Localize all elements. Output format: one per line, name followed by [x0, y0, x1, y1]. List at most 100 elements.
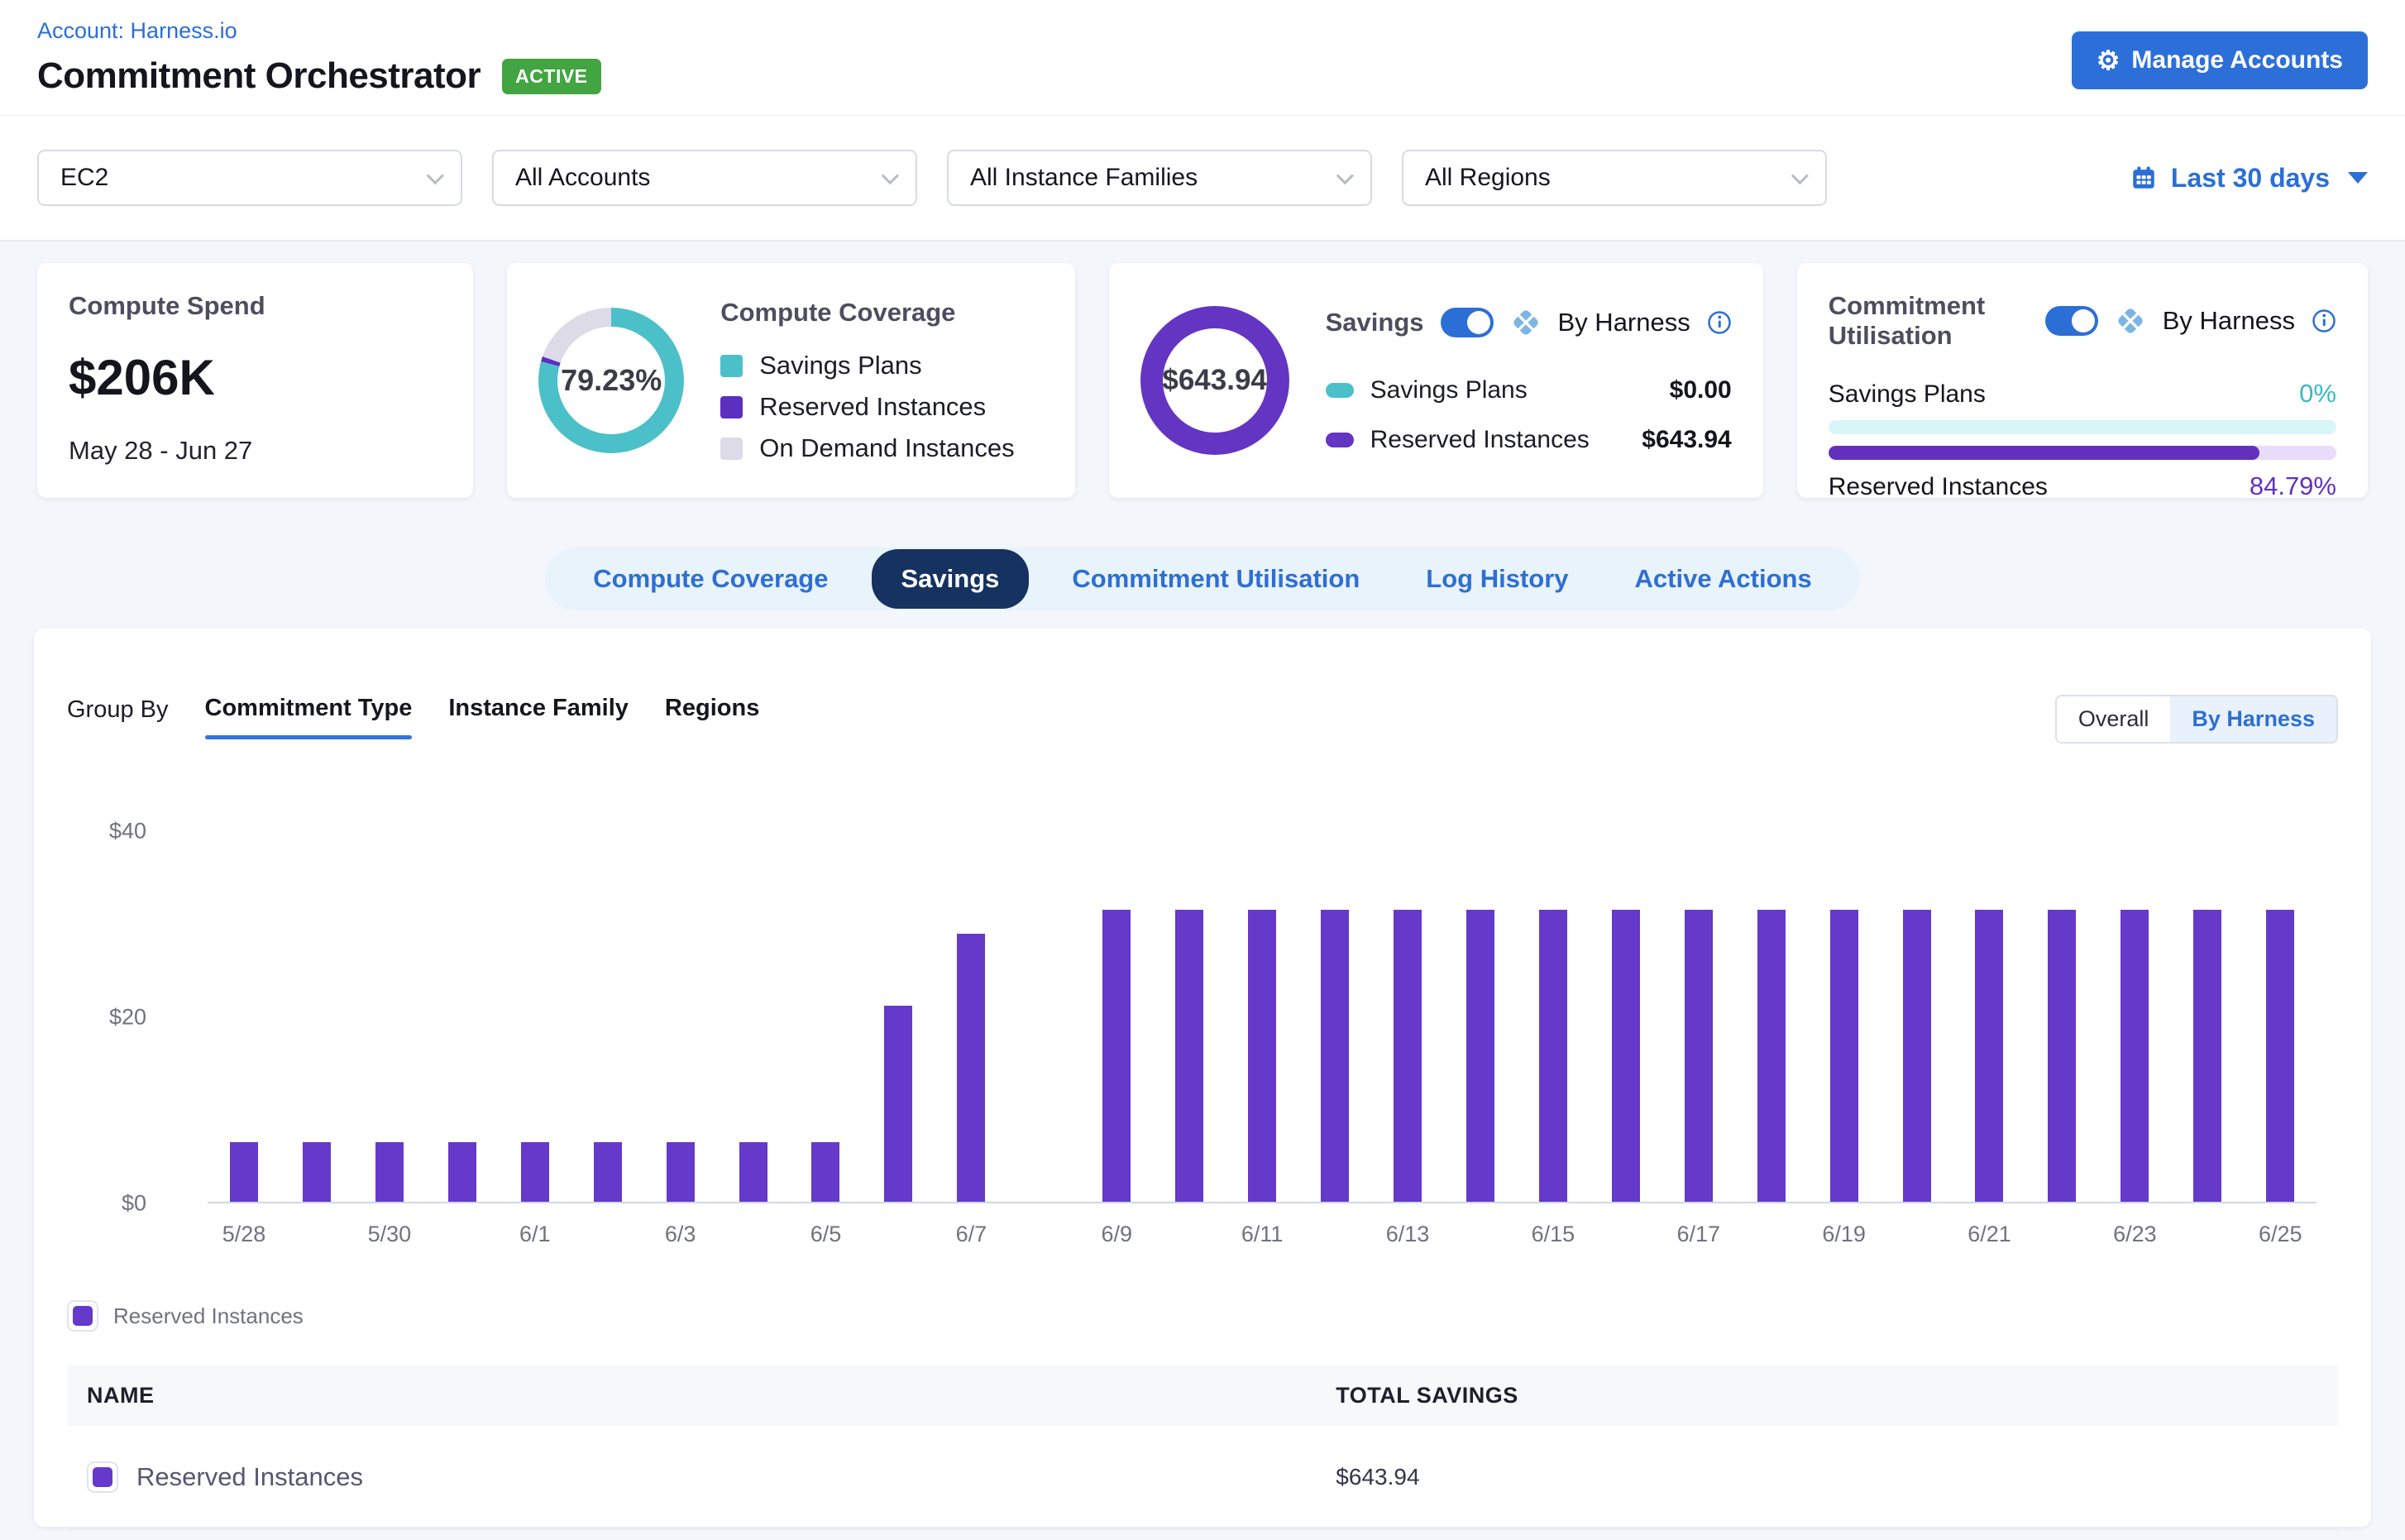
- bar-slot: [280, 831, 353, 1202]
- group-by-row: Group By Commitment Type Instance Family…: [67, 695, 2338, 744]
- date-range-picker[interactable]: Last 30 days: [2130, 163, 2368, 194]
- date-range-label: Last 30 days: [2171, 163, 2330, 194]
- bar-slot: [1662, 831, 1735, 1202]
- main-tabs-wrap: Compute Coverage Savings Commitment Util…: [0, 548, 2405, 610]
- gear-icon: ⚙: [2097, 47, 2121, 74]
- view-toggle-by-harness[interactable]: By Harness: [2170, 696, 2336, 742]
- group-tab-label: Commitment Type: [205, 695, 413, 722]
- on-demand-swatch: [720, 438, 743, 460]
- info-icon[interactable]: [1707, 310, 1732, 335]
- y-axis-label: $0: [122, 1191, 146, 1217]
- legend-item: Savings Plans: [720, 351, 1014, 380]
- bar: [521, 1142, 549, 1202]
- savings-card: $643.94 Savings By Harness: [1109, 263, 1763, 498]
- x-axis-label: [717, 1222, 790, 1247]
- view-toggle: Overall By Harness: [2055, 695, 2338, 744]
- bar: [1975, 910, 2003, 1202]
- group-tab-label: Regions: [665, 695, 759, 722]
- group-tab-commitment-type[interactable]: Commitment Type: [205, 695, 413, 739]
- group-tab-instance-family[interactable]: Instance Family: [448, 695, 629, 739]
- x-axis-label: 6/7: [935, 1222, 1007, 1247]
- manage-accounts-button[interactable]: ⚙ Manage Accounts: [2072, 31, 2368, 89]
- service-select[interactable]: EC2: [37, 150, 462, 206]
- bar-slot: [1153, 831, 1226, 1202]
- utilisation-row-value: 84.79%: [2250, 471, 2336, 501]
- bar: [1830, 910, 1858, 1202]
- row-name: Reserved Instances: [136, 1462, 363, 1492]
- savings-row: Savings Plans $0.00: [1326, 376, 1732, 404]
- group-by-label: Group By: [67, 695, 169, 724]
- manage-accounts-label: Manage Accounts: [2131, 46, 2343, 74]
- bar-slot: [717, 831, 790, 1202]
- x-axis-label: 6/25: [2244, 1222, 2317, 1247]
- x-axis-label: [1444, 1222, 1517, 1247]
- account-link[interactable]: Account: Harness.io: [37, 18, 237, 43]
- accounts-select-value: All Accounts: [515, 164, 650, 192]
- view-toggle-overall[interactable]: Overall: [2057, 696, 2171, 742]
- savings-title: Savings: [1326, 308, 1424, 337]
- table-row[interactable]: Reserved Instances $643.94: [67, 1426, 2338, 1530]
- legend-item: Reserved Instances: [720, 392, 1014, 422]
- x-axis-label: [1298, 1222, 1371, 1247]
- x-axis-label: [280, 1222, 353, 1247]
- savings-bar-chart: $40 $20 $0 5/285/306/16/36/56/76/96/116/…: [67, 831, 2338, 1247]
- top-header: Account: Harness.io Commitment Orchestra…: [0, 0, 2405, 116]
- bar-slot: [1735, 831, 1808, 1202]
- reserved-instances-swatch: [720, 396, 743, 418]
- by-harness-label: By Harness: [2163, 306, 2295, 336]
- by-harness-toggle[interactable]: [2045, 306, 2098, 336]
- bar-slot: [1371, 831, 1444, 1202]
- bar-slot: [862, 831, 935, 1202]
- bar: [739, 1142, 767, 1202]
- x-axis-label: [1881, 1222, 1953, 1247]
- savings-donut: $643.94: [1140, 306, 1289, 455]
- tab-commitment-utilisation[interactable]: Commitment Utilisation: [1049, 564, 1383, 594]
- service-select-value: EC2: [60, 164, 108, 192]
- tab-compute-coverage[interactable]: Compute Coverage: [570, 564, 851, 594]
- chart-legend[interactable]: Reserved Instances: [67, 1300, 2338, 1332]
- compute-spend-title: Compute Spend: [69, 291, 442, 321]
- bar-slot: [1226, 831, 1298, 1202]
- bar-slot: [790, 831, 863, 1202]
- x-axis-label: 6/19: [1808, 1222, 1881, 1247]
- bar: [1903, 910, 1931, 1202]
- savings-table: NAME TOTAL SAVINGS Reserved Instances $6…: [67, 1365, 2338, 1530]
- coverage-donut: 79.23%: [538, 308, 684, 453]
- regions-select[interactable]: All Regions: [1402, 150, 1827, 206]
- compute-spend-period: May 28 - Jun 27: [69, 436, 442, 466]
- tab-active-actions[interactable]: Active Actions: [1612, 564, 1835, 594]
- chart-legend-label: Reserved Instances: [113, 1303, 304, 1329]
- active-tab-underline: [205, 735, 413, 739]
- bar: [957, 934, 985, 1202]
- instance-families-select[interactable]: All Instance Families: [947, 150, 1372, 206]
- bar-slot: [1953, 831, 2026, 1202]
- reserved-instances-legend-swatch: [67, 1300, 98, 1332]
- reserved-instances-utilisation-bar: [1829, 446, 2336, 460]
- savings-plans-utilisation-bar: [1829, 420, 2336, 434]
- savings-donut-value: $643.94: [1162, 364, 1267, 397]
- tab-savings[interactable]: Savings: [872, 549, 1030, 609]
- by-harness-toggle[interactable]: [1441, 308, 1494, 337]
- regions-select-value: All Regions: [1425, 164, 1551, 192]
- y-axis-label: $20: [109, 1005, 146, 1031]
- compute-spend-value: $206K: [69, 349, 442, 406]
- tab-log-history[interactable]: Log History: [1403, 564, 1591, 594]
- group-tab-regions[interactable]: Regions: [665, 695, 759, 739]
- bar-slot: [1590, 831, 1662, 1202]
- bar: [2121, 910, 2149, 1202]
- commitment-utilisation-title: Commitment Utilisation: [1829, 291, 2029, 351]
- bar: [2193, 910, 2221, 1202]
- x-axis-label: 6/3: [644, 1222, 717, 1247]
- column-header-total-savings: TOTAL SAVINGS: [1316, 1383, 2338, 1408]
- legend-label: On Demand Instances: [759, 433, 1014, 463]
- bar: [884, 1006, 912, 1202]
- x-axis-label: 5/28: [208, 1222, 280, 1247]
- bar: [1248, 910, 1276, 1202]
- bar: [2048, 910, 2076, 1202]
- savings-row-label: Savings Plans: [1370, 376, 1528, 404]
- x-axis-label: [2171, 1222, 2244, 1247]
- x-axis-label: [1007, 1222, 1080, 1247]
- x-axis-ticks: 5/285/306/16/36/56/76/96/116/136/156/176…: [208, 1222, 2317, 1247]
- info-icon[interactable]: [2312, 308, 2336, 333]
- accounts-select[interactable]: All Accounts: [492, 150, 917, 206]
